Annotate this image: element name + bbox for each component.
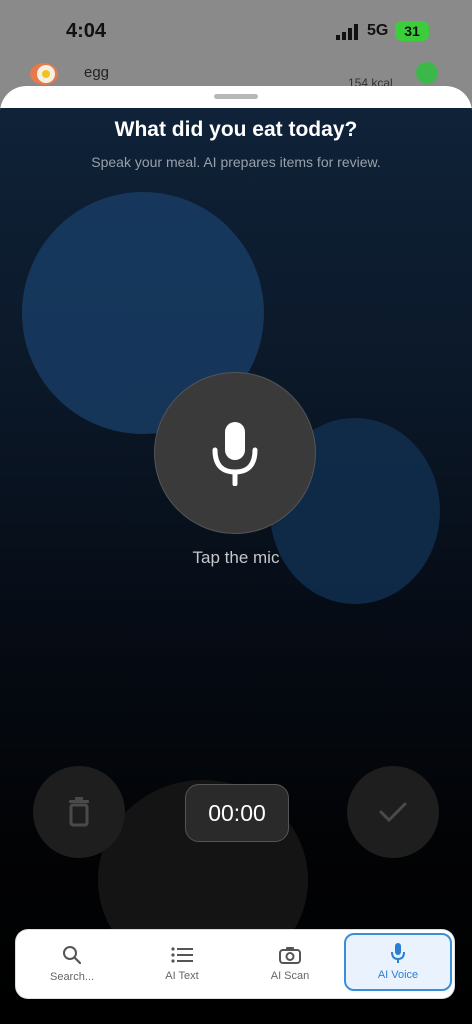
status-time: 4:04 — [66, 20, 107, 42]
tab-ai-voice[interactable]: AI Voice — [344, 933, 452, 991]
tab-ai-text[interactable]: AI Text — [132, 930, 232, 998]
camera-icon — [279, 947, 301, 964]
sheet-subtitle: Speak your meal. AI prepares items for r… — [91, 154, 381, 170]
battery-level: 31 — [404, 23, 420, 39]
battery-indicator: 31 — [395, 21, 429, 41]
sheet-header — [0, 86, 472, 110]
food-name: egg — [84, 64, 110, 81]
tab-ai-scan[interactable]: AI Scan — [240, 930, 340, 998]
checkmark-icon — [379, 802, 407, 823]
egg-icon — [30, 63, 58, 85]
mic-caption: Tap the mic — [192, 548, 280, 567]
sheet-title: What did you eat today? — [114, 118, 358, 141]
input-mode-tabbar: Search... AI Text AI Scan AI Voice — [16, 930, 454, 998]
search-icon — [63, 946, 82, 965]
tab-label: Search... — [49, 971, 95, 983]
mic-icon — [391, 943, 405, 963]
tab-label: AI Text — [165, 970, 199, 982]
trash-icon — [69, 797, 89, 827]
status-bar: 4:04 5G 31 — [0, 0, 472, 62]
delete-button[interactable] — [33, 766, 125, 858]
mic-icon — [212, 422, 258, 486]
check-icon — [416, 62, 438, 84]
network-type: 5G — [367, 22, 389, 39]
voice-sheet: What did you eat today? Speak your meal.… — [0, 86, 472, 1024]
sheet-grabber[interactable] — [214, 94, 258, 99]
tab-search[interactable]: Search... — [22, 930, 122, 998]
tab-label: AI Voice — [377, 969, 419, 981]
signal-icon — [336, 24, 358, 40]
sheet-body: What did you eat today? Speak your meal.… — [0, 108, 472, 1024]
list-icon — [171, 947, 193, 963]
tab-label: AI Scan — [270, 970, 310, 982]
confirm-button[interactable] — [347, 766, 439, 858]
recording-timer: 00:00 — [185, 784, 289, 842]
mic-button[interactable] — [154, 372, 316, 534]
